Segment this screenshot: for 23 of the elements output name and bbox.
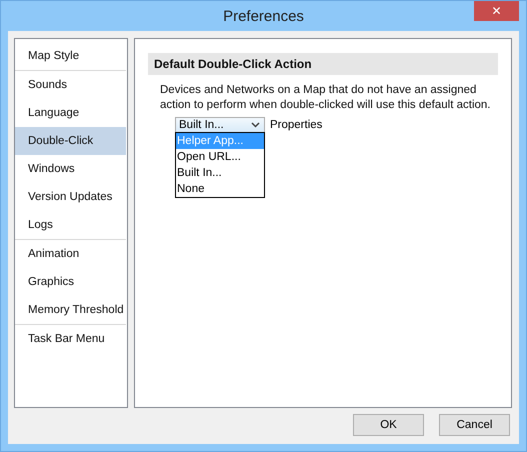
sidebar-item[interactable]: Graphics — [15, 268, 126, 296]
sidebar-item[interactable]: Double-Click — [15, 127, 126, 155]
dialog-button[interactable]: Cancel — [439, 414, 510, 436]
action-dropdown[interactable]: Built In... — [175, 117, 265, 133]
sidebar-item[interactable]: Memory Threshold — [15, 296, 126, 324]
chevron-icon — [251, 122, 260, 128]
sidebar-item[interactable]: Map Style — [15, 42, 126, 70]
sidebar-item[interactable]: Language — [15, 99, 126, 127]
description-text: Devices and Networks on a Map that do not have an assigned action to perform when double-clicked will use this default action. — [160, 83, 492, 113]
sidebar-item[interactable]: Sounds — [15, 71, 126, 99]
dropdown-option[interactable]: Built In... — [176, 165, 264, 181]
properties-label[interactable]: Properties — [270, 117, 322, 133]
dialog-button[interactable]: OK — [353, 414, 424, 436]
sidebar-item[interactable]: Animation — [15, 240, 126, 268]
window-title: Preferences — [223, 8, 304, 24]
sidebar-item[interactable]: Task Bar Menu — [15, 325, 126, 353]
sidebar-item[interactable]: Windows — [15, 155, 126, 183]
dropdown-option[interactable]: Open URL... — [176, 149, 264, 165]
section-header: Default Double-Click Action — [148, 53, 498, 75]
dropdown-option[interactable]: None — [176, 181, 264, 197]
sidebar-item[interactable]: Logs — [15, 211, 126, 239]
sidebar-item[interactable]: Version Updates — [15, 183, 126, 211]
close-button[interactable]: ✕ — [474, 1, 519, 21]
